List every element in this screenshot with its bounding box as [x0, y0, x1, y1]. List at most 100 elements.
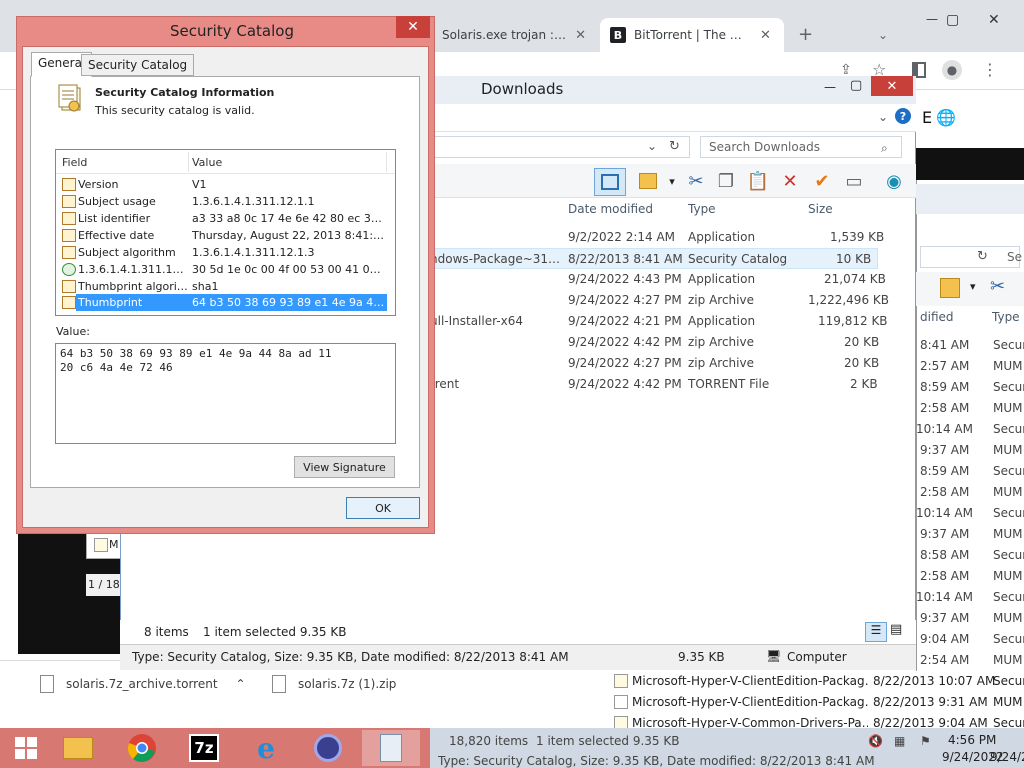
download-item-torrent[interactable]: solaris.7z_archive.torrent ⌃ — [40, 672, 246, 696]
rename-icon[interactable]: ▭ — [840, 168, 868, 194]
checkmark-icon[interactable]: ✔ — [808, 168, 836, 194]
column-value[interactable]: Value — [192, 156, 222, 169]
list-item[interactable]: 10:14 AMSecuri — [916, 503, 1024, 524]
tab-close-icon[interactable]: ✕ — [760, 28, 771, 43]
table-row[interactable]: rrent 9/24/2022 4:42 PM TORRENT File 2 KB — [420, 374, 878, 395]
field-row[interactable]: Version V1 — [60, 176, 390, 193]
explorer2-search-partial[interactable]: Se — [1007, 250, 1022, 264]
column-type[interactable]: Type — [688, 202, 716, 216]
chevron-up-icon[interactable]: ⌃ — [236, 677, 246, 691]
delete-icon[interactable]: ✕ — [776, 168, 804, 194]
field-row[interactable]: Subject algorithm 1.3.6.1.4.1.311.12.1.3 — [60, 244, 390, 261]
address-dropdown-icon[interactable]: ⌄ — [647, 139, 657, 153]
ribbon-expand-icon[interactable]: ⌄ — [878, 110, 888, 124]
large-icons-view-icon[interactable]: ▤ — [890, 622, 902, 637]
folder-icon[interactable] — [940, 278, 960, 298]
taskbar-file-explorer[interactable] — [52, 730, 104, 766]
dropdown-icon[interactable]: ▾ — [970, 280, 976, 293]
refresh-icon[interactable]: ↻ — [669, 139, 680, 154]
explorer-maximize-button[interactable]: ▢ — [850, 78, 862, 93]
list-item[interactable]: 2:58 AM MUM — [916, 398, 1024, 419]
chrome-minimize-button[interactable]: — — [926, 12, 938, 26]
column-date-modified[interactable]: Date modified — [568, 202, 653, 216]
field-row[interactable]: Subject usage 1.3.6.1.4.1.311.12.1.1 — [60, 193, 390, 210]
copy-icon[interactable]: ❐ — [712, 168, 740, 194]
taskbar-7zip[interactable]: 7z — [178, 730, 230, 766]
list-item[interactable]: 9:04 AMSecuri — [916, 629, 1024, 650]
ok-button[interactable]: OK — [346, 497, 420, 519]
list-item[interactable]: 8:59 AMSecuri — [916, 461, 1024, 482]
chrome-maximize-button[interactable]: ▢ — [946, 12, 959, 28]
list-item[interactable]: 2:54 AM MUM — [916, 650, 1024, 671]
explorer-minimize-button[interactable]: — — [824, 80, 836, 94]
paste-icon[interactable]: 📋 — [744, 168, 772, 194]
clock-time[interactable]: 4:56 PM — [948, 733, 996, 747]
table-row[interactable]: 9/24/2022 4:42 PM zip Archive 20 KB — [420, 332, 879, 353]
explorer-close-button[interactable]: ✕ — [871, 76, 913, 96]
column-field[interactable]: Field — [62, 156, 87, 169]
explorer2-address-bar[interactable]: ↻ Se — [920, 246, 1022, 268]
list-item[interactable]: 10:14 AMSecuri — [916, 419, 1024, 440]
chrome-tab-solaris[interactable]: Solaris.exe trojan : Nikit ✕ — [432, 18, 596, 52]
list-item[interactable]: 2:58 AM MUM — [916, 566, 1024, 587]
cut-icon[interactable]: ✂ — [990, 276, 1005, 297]
details-view-icon[interactable]: ☰ — [865, 622, 887, 642]
profile-avatar-icon[interactable]: ● — [942, 60, 962, 80]
new-tab-button[interactable]: + — [798, 24, 813, 45]
tab-close-icon[interactable]: ✕ — [575, 28, 586, 43]
explorer-address-bar[interactable]: ⌄ ↻ — [420, 136, 690, 158]
list-item[interactable]: 9:37 AM MUM — [916, 608, 1024, 629]
field-row-selected[interactable]: Thumbprint 64 b3 50 38 69 93 89 e1 4e 9a … — [76, 294, 387, 311]
field-row[interactable]: Effective date Thursday, August 22, 2013 … — [60, 227, 390, 244]
list-item[interactable]: 8:59 AMSecuri — [916, 377, 1024, 398]
list-item[interactable]: 8:58 AMSecuri — [916, 545, 1024, 566]
table-row[interactable]: 9/24/2022 4:27 PM zip Archive 20 KB — [420, 353, 879, 374]
chrome-close-button[interactable]: ✕ — [988, 12, 1000, 28]
explorer2-col-modified[interactable]: dified — [920, 310, 954, 324]
value-textbox[interactable]: 64 b3 50 38 69 93 89 e1 4e 9a 44 8a ad 1… — [55, 343, 396, 444]
preview-pane-icon[interactable] — [594, 168, 626, 196]
table-row-selected[interactable]: ndows-Package~31… 8/22/2013 8:41 AM Securi… — [420, 248, 878, 269]
view-signature-button[interactable]: View Signature — [294, 456, 395, 478]
cut-icon[interactable]: ✂ — [682, 168, 710, 194]
globe-icon[interactable]: 🌐 — [936, 108, 956, 127]
list-item[interactable]: 2:58 AM MUM — [916, 482, 1024, 503]
list-item[interactable]: Microsoft-Hyper-V-ClientEdition-Packag… 8… — [612, 692, 1024, 713]
column-size[interactable]: Size — [808, 202, 833, 216]
help-icon[interactable]: ? — [895, 108, 911, 124]
list-item[interactable]: Microsoft-Hyper-V-ClientEdition-Packag… 8… — [612, 671, 1024, 692]
taskbar-internet-explorer[interactable]: e — [240, 730, 292, 766]
network-icon[interactable]: ▦ — [894, 734, 905, 748]
search-input[interactable]: Search Downloads ⌕ — [700, 136, 902, 158]
search-icon[interactable]: ⌕ — [881, 138, 888, 158]
field-row[interactable]: List identifier a3 33 a8 0c 17 4e 6e 42 8… — [60, 210, 390, 227]
chrome-tab-bittorrent[interactable]: B BitTorrent | The World's ✕ — [600, 18, 784, 52]
tab-search-icon[interactable]: ⌄ — [878, 28, 888, 42]
taskbar-chrome[interactable] — [116, 730, 168, 766]
start-button[interactable] — [0, 730, 52, 766]
table-row[interactable]: 9/24/2022 4:27 PM zip Archive 1,222,496 KB — [420, 290, 889, 311]
list-item[interactable]: Microsoft-Hyper-V-Common-Drivers-Pa… 8/22… — [612, 713, 1024, 728]
explorer2-col-type[interactable]: Type — [992, 310, 1020, 324]
column-divider[interactable] — [386, 152, 387, 172]
table-row[interactable]: 9/2/2022 2:14 AM Application 1,539 KB — [420, 227, 884, 248]
table-row[interactable]: ull-Installer-x64 9/24/2022 4:21 PM Applic… — [420, 311, 888, 332]
field-row[interactable]: Thumbprint algorithm sha1 — [60, 278, 390, 295]
network-globe-icon[interactable]: ◉ — [880, 168, 908, 194]
list-item[interactable]: 2:57 AM MUM — [916, 356, 1024, 377]
table-row[interactable]: 9/24/2022 4:43 PM Application 21,074 KB — [420, 269, 886, 290]
dialog-close-button[interactable]: ✕ — [396, 16, 430, 38]
list-item[interactable]: 9:37 AM MUM — [916, 524, 1024, 545]
taskbar-bittorrent[interactable] — [302, 730, 354, 766]
flag-icon[interactable]: ⚑ — [920, 734, 931, 748]
refresh-icon[interactable]: ↻ — [977, 249, 988, 264]
list-item[interactable]: 8:41 AMSecuri — [916, 335, 1024, 356]
list-item[interactable]: 9:37 AM MUM — [916, 440, 1024, 461]
column-divider[interactable] — [188, 152, 189, 172]
list-item[interactable]: 10:14 AMSecuri — [916, 587, 1024, 608]
chrome-menu-icon[interactable]: ⋮ — [982, 60, 998, 79]
tab-security-catalog[interactable]: Security Catalog — [81, 54, 195, 76]
download-item-zip[interactable]: solaris.7z (1).zip — [272, 672, 396, 696]
mute-icon[interactable]: 🔇 — [868, 734, 883, 748]
taskbar-document[interactable] — [362, 730, 420, 766]
